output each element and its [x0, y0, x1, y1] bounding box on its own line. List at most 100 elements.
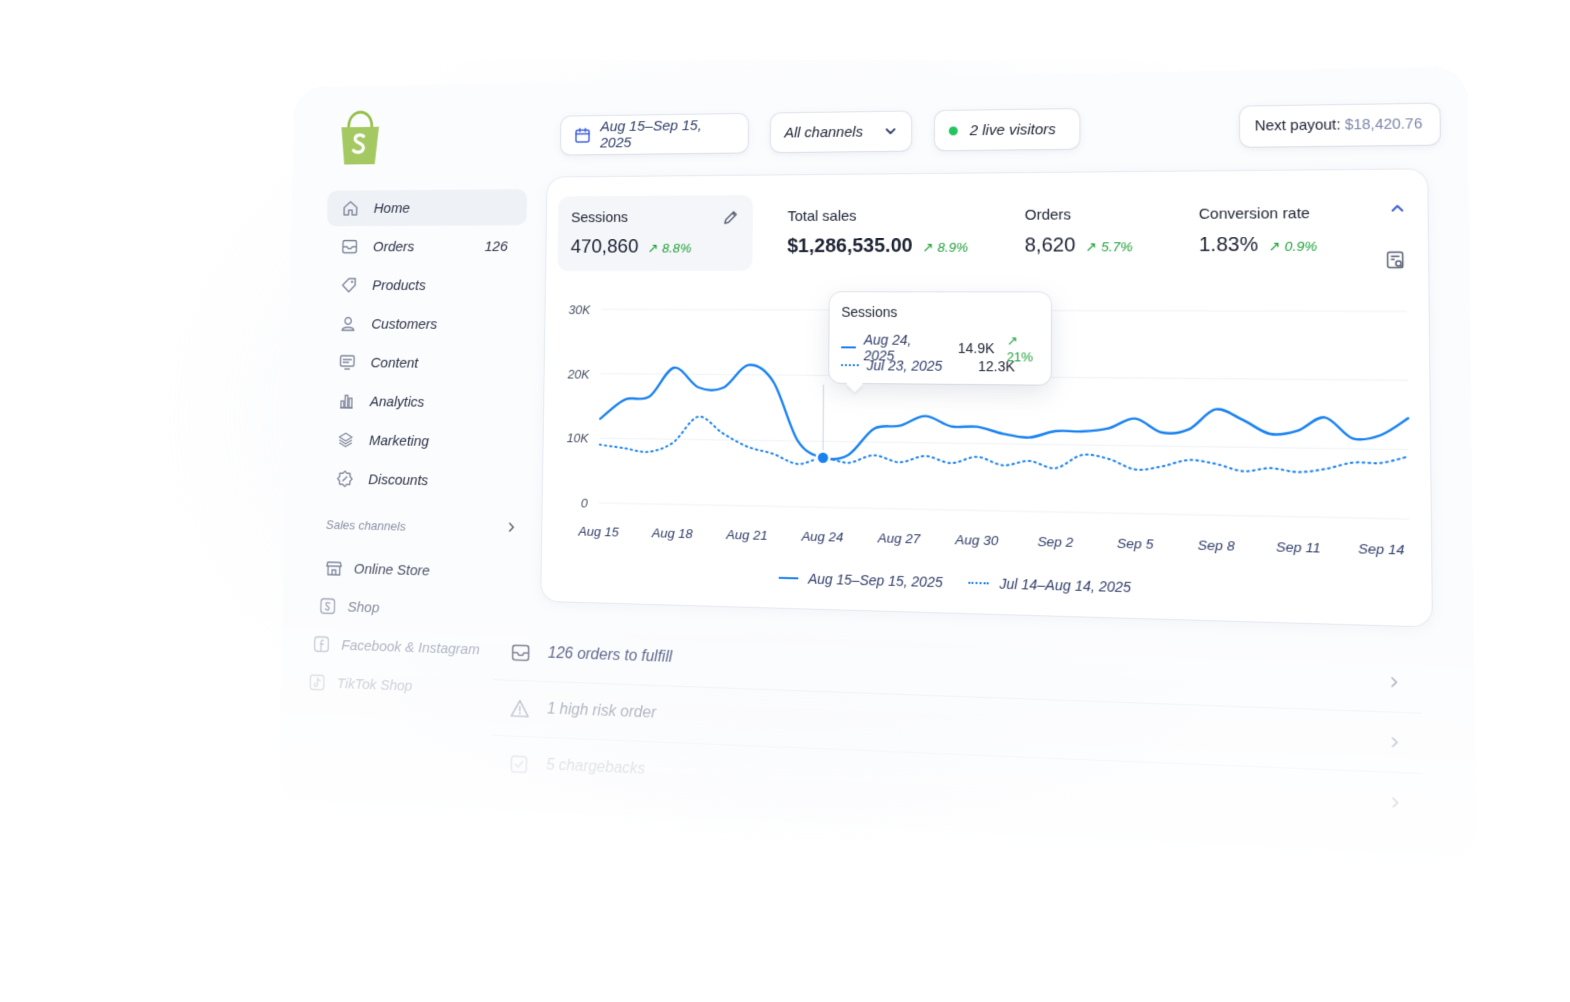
chevron-right-icon — [1387, 675, 1402, 690]
sidebar-item-orders[interactable]: Orders 126 — [326, 228, 526, 264]
payout-label: Next payout: — [1254, 117, 1341, 135]
x-tick-label: Sep 14 — [1358, 541, 1404, 558]
channel-tiktok-shop[interactable]: TikTok Shop — [308, 663, 520, 710]
metric-total-sales[interactable]: Total sales $1,286,535.00 ↗ 8.9% — [774, 193, 1001, 271]
sales-channels-header[interactable]: Sales channels — [320, 516, 518, 537]
highlight-point[interactable] — [817, 451, 830, 464]
x-tick-label: Aug 18 — [651, 525, 694, 541]
inbox-icon — [510, 642, 531, 664]
admin-window: Home Orders 126 Products Customers Conte… — [278, 66, 1477, 862]
legend-item-previous[interactable]: Jul 14–Aug 14, 2025 — [968, 575, 1132, 596]
task-label: 5 chargebacks — [546, 756, 646, 778]
inbox-icon — [341, 237, 359, 256]
tooltip-previous-date: Jul 23, 2025 — [866, 357, 943, 374]
sidebar-item-label: Discounts — [368, 471, 429, 489]
channels-select-value: All channels — [784, 123, 864, 141]
chevron-right-icon[interactable] — [505, 520, 518, 537]
task-list: 126 orders to fulfill 1 high risk order — [491, 624, 1423, 834]
report-search-icon[interactable] — [1385, 250, 1407, 271]
chart-tooltip: Sessions Aug 24, 2025 14.9K ↗ 21% Jul 23… — [829, 292, 1051, 393]
metric-label: Conversion rate — [1198, 204, 1310, 223]
metric-label: Total sales — [787, 207, 857, 225]
date-range-picker[interactable]: Aug 15–Sep 15, 2025 — [560, 113, 749, 155]
x-tick-label: Sep 11 — [1276, 539, 1321, 556]
metric-sessions[interactable]: Sessions 470,860 ↗ 8.8% — [557, 194, 754, 271]
x-tick-label: Sep 2 — [1037, 534, 1074, 550]
sidebar-item-label: Orders — [372, 238, 415, 255]
metric-conversion-rate[interactable]: Conversion rate 1.83% ↗ 0.9% — [1184, 190, 1363, 270]
sidebar-item-customers[interactable]: Customers — [324, 306, 525, 343]
sidebar-item-label: Content — [370, 354, 419, 371]
store-icon — [325, 558, 343, 578]
channel-shop[interactable]: Shop — [309, 587, 520, 632]
legend-dotted-swatch — [841, 364, 859, 367]
metric-orders[interactable]: Orders 8,620 ↗ 5.7% — [1010, 192, 1184, 271]
shopify-bag-icon[interactable] — [333, 110, 386, 168]
gridline — [599, 503, 1409, 519]
legend-item-current[interactable]: Aug 15–Sep 15, 2025 — [778, 570, 943, 591]
metric-value-text: $1,286,535.00 — [787, 235, 913, 258]
pencil-icon[interactable] — [722, 209, 739, 227]
chevron-up-icon[interactable] — [1389, 200, 1406, 217]
sidebar-item-label: Analytics — [369, 393, 425, 411]
channels-select[interactable]: All channels — [770, 111, 912, 153]
metric-value-text: 470,860 — [570, 236, 639, 258]
x-tick-label: Aug 21 — [725, 527, 768, 543]
legend-solid-swatch — [778, 576, 799, 580]
next-payout-button[interactable]: Next payout: $18,420.76 — [1239, 103, 1440, 147]
sidebar-item-discounts[interactable]: Discounts — [321, 460, 523, 500]
y-tick-label: 20K — [567, 367, 591, 382]
live-visitors-label: 2 live visitors — [969, 120, 1056, 139]
chevron-right-icon — [1387, 735, 1402, 750]
x-tick-label: Aug 15 — [577, 524, 619, 540]
metric-delta: ↗ 5.7% — [1085, 239, 1133, 255]
metric-delta: ↗ 8.8% — [647, 240, 692, 256]
orders-count-badge: 126 — [484, 238, 508, 255]
live-visitors-button[interactable]: 2 live visitors — [934, 108, 1080, 151]
sidebar-item-marketing[interactable]: Marketing — [322, 422, 523, 461]
metric-label: Orders — [1024, 206, 1072, 224]
y-tick-label: 30K — [569, 302, 592, 317]
metric-value-text: 1.83% — [1198, 233, 1259, 257]
layers-icon — [336, 430, 354, 449]
chevron-down-icon — [884, 124, 898, 138]
channel-online-store[interactable]: Online Store — [310, 548, 521, 592]
tiktok-icon — [308, 672, 326, 692]
task-label: 126 orders to fulfill — [547, 644, 673, 666]
metric-value: 8,620 ↗ 5.7% — [1025, 234, 1133, 257]
series-line-previous[interactable] — [600, 415, 1409, 474]
stage: Home Orders 126 Products Customers Conte… — [0, 0, 1570, 1002]
y-tick-label: 0 — [581, 496, 589, 511]
metric-delta: ↗ 0.9% — [1268, 238, 1318, 254]
metric-value-text: 8,620 — [1024, 234, 1076, 257]
metric-value: $1,286,535.00 ↗ 8.9% — [787, 235, 968, 258]
y-tick-label: 10K — [567, 431, 590, 446]
date-range-label: Aug 15–Sep 15, 2025 — [600, 117, 702, 152]
chevron-right-icon — [1388, 795, 1403, 811]
legend-solid-swatch — [841, 346, 856, 349]
metric-delta-text: 0.9% — [1284, 238, 1318, 254]
tooltip-title: Sessions — [841, 304, 898, 320]
content-icon — [338, 353, 356, 372]
calendar-icon — [574, 127, 591, 144]
sales-channels-list: Online Store Shop Facebook & Instagram T… — [308, 548, 522, 709]
x-tick-label: Sep 8 — [1198, 537, 1236, 553]
tooltip-previous-value: 12.3K — [978, 358, 1015, 375]
x-tick-label: Aug 30 — [954, 532, 999, 548]
sidebar-item-label: Home — [373, 199, 410, 217]
task-label: 1 high risk order — [546, 700, 657, 722]
metric-delta: ↗ 8.9% — [922, 239, 969, 255]
bar-chart-icon — [337, 392, 355, 411]
person-icon — [339, 314, 357, 333]
metric-value: 1.83% ↗ 0.9% — [1199, 233, 1317, 257]
channel-label: TikTok Shop — [336, 674, 413, 695]
x-tick-label: Aug 27 — [877, 530, 921, 546]
channel-label: Facebook & Instagram — [341, 636, 480, 658]
legend-current-label: Aug 15–Sep 15, 2025 — [808, 570, 943, 591]
channel-label: Shop — [347, 598, 380, 616]
sidebar-item-analytics[interactable]: Analytics — [323, 383, 524, 421]
sidebar-item-home[interactable]: Home — [326, 189, 528, 227]
sidebar-item-products[interactable]: Products — [325, 267, 526, 303]
sidebar-item-content[interactable]: Content — [324, 344, 525, 382]
legend-previous-label: Jul 14–Aug 14, 2025 — [999, 575, 1132, 596]
